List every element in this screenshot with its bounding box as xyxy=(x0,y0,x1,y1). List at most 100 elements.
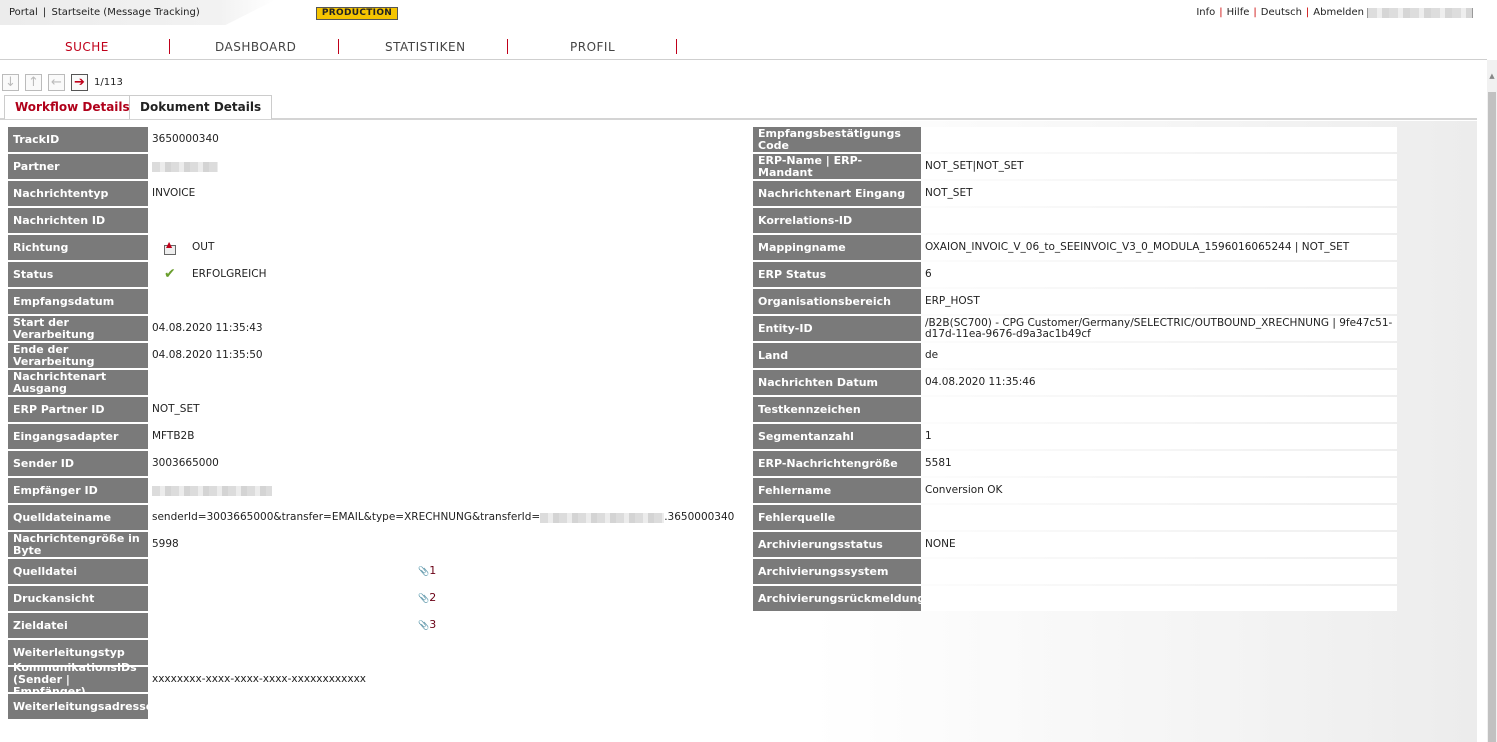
attachment-link[interactable]: 📎2 xyxy=(418,592,436,605)
info-link[interactable]: Info xyxy=(1196,7,1215,18)
arrow-up-icon[interactable]: ↑ xyxy=(25,74,42,91)
value-text: /B2B(SC700) - CPG Customer/Germany/SELEC… xyxy=(925,316,1393,340)
left-detail-list: TrackID 3650000340 Partner Nachrichtentyp IN… xyxy=(8,126,748,720)
nav-suche[interactable]: SUCHE xyxy=(65,40,109,54)
detail-row-nachrichten-datum: Nachrichten Datum 04.08.2020 11:35:46 xyxy=(753,369,1397,396)
detail-row-entity-id: Entity-ID/B2B(SC700) - CPG Customer/Germ… xyxy=(753,315,1397,342)
value-text: ERP_HOST xyxy=(925,295,980,307)
pager-count: 1/113 xyxy=(94,77,123,88)
record-navigation: ↓ ↑ ← ➔ 1/113 xyxy=(2,74,123,91)
detail-label: Organisationsbereich xyxy=(753,289,921,314)
value-text: 5581 xyxy=(925,457,952,469)
detail-value xyxy=(921,586,1397,611)
detail-value: NOT_SET|NOT_SET xyxy=(921,154,1397,179)
detail-value xyxy=(148,154,748,179)
detail-row-weiterleitungsadresse: Weiterleitungsadresse xyxy=(8,693,748,720)
detail-value xyxy=(148,208,748,233)
detail-row-druckansicht: Druckansicht 📎2 xyxy=(8,585,748,612)
value-text: 3003665000 xyxy=(152,457,219,469)
help-link[interactable]: Hilfe xyxy=(1227,7,1250,18)
detail-row-trackid: TrackID 3650000340 xyxy=(8,126,748,153)
tab-dokument-details[interactable]: Dokument Details xyxy=(129,95,273,119)
detail-label: Druckansicht xyxy=(8,586,148,611)
detail-row-erp-status: ERP Status 6 xyxy=(753,261,1397,288)
detail-row-erp-nachrichtengröße: ERP-Nachrichtengröße 5581 xyxy=(753,450,1397,477)
detail-value: OUT xyxy=(148,235,748,260)
detail-value: 04.08.2020 11:35:43 xyxy=(148,316,748,341)
detail-label: Archivierungsrückmeldung xyxy=(753,586,925,611)
detail-value: OXAION_INVOIC_V_06_to_SEEINVOIC_V3_0_MOD… xyxy=(921,235,1397,260)
attachment-number: 2 xyxy=(429,591,437,604)
tab-workflow-details[interactable]: Workflow Details xyxy=(4,95,141,119)
value-text: NOT_SET xyxy=(925,187,973,199)
nav-statistiken[interactable]: STATISTIKEN xyxy=(385,40,466,54)
main-nav: SUCHE DASHBOARD STATISTIKEN PROFIL xyxy=(0,34,1487,60)
detail-value: 1 xyxy=(921,424,1397,449)
detail-label: Segmentanzahl xyxy=(753,424,921,449)
right-detail-list: Empfangsbestätigungs Code ERP-Name | ERP-… xyxy=(753,126,1397,612)
detail-value xyxy=(148,289,748,314)
arrow-right-icon[interactable]: ➔ xyxy=(71,74,88,91)
attachment-link[interactable]: 📎1 xyxy=(418,565,436,578)
attachment-number: 3 xyxy=(429,618,437,631)
detail-label: ERP-Nachrichtengröße xyxy=(753,451,921,476)
detail-row-partner: Partner xyxy=(8,153,748,180)
detail-row-zieldatei: Zieldatei 📎3 xyxy=(8,612,748,639)
detail-row-eingangsadapter: Eingangsadapter MFTB2B xyxy=(8,423,748,450)
detail-row-nachrichtenart-ausgang: Nachrichtenart Ausgang xyxy=(8,369,748,396)
detail-row-quelldatei: Quelldatei 📎1 xyxy=(8,558,748,585)
value-text: 1 xyxy=(925,430,932,442)
arrow-left-icon[interactable]: ← xyxy=(48,74,65,91)
detail-label: Eingangsadapter xyxy=(8,424,148,449)
paperclip-icon: 📎 xyxy=(418,621,430,631)
detail-value: NOT_SET xyxy=(148,397,748,422)
detail-label: Nachrichten ID xyxy=(8,208,148,233)
detail-label: Archivierungsstatus xyxy=(753,532,921,557)
value-text: 04.08.2020 11:35:50 xyxy=(152,349,263,361)
detail-value xyxy=(148,370,748,395)
top-links: Info | Hilfe | Deutsch | Abmelden xyxy=(1196,7,1473,18)
detail-value: 04.08.2020 11:35:50 xyxy=(148,343,748,368)
detail-value xyxy=(921,559,1397,584)
detail-value: MFTB2B xyxy=(148,424,748,449)
scroll-thumb[interactable] xyxy=(1488,92,1496,742)
logout-link[interactable]: Abmelden xyxy=(1313,7,1364,18)
detail-label: Status xyxy=(8,262,148,287)
detail-label: Entity-ID xyxy=(753,316,921,341)
redacted-value xyxy=(152,485,272,496)
detail-row-ende-der-verarbeitung: Ende der Verarbeitung 04.08.2020 11:35:50 xyxy=(8,342,748,369)
redacted-value xyxy=(540,512,665,523)
scroll-up-icon[interactable]: ▲ xyxy=(1488,72,1496,80)
top-bar: Portal | Startseite (Message Tracking) P… xyxy=(0,0,1487,27)
detail-row-quelldateiname: Quelldateiname senderId=3003665000&transf… xyxy=(8,504,748,531)
detail-label: Start der Verarbeitung xyxy=(8,316,148,341)
detail-value xyxy=(921,127,1397,152)
breadcrumb-portal[interactable]: Portal xyxy=(9,7,38,18)
detail-row-empfänger-id: Empfänger ID xyxy=(8,477,748,504)
detail-value: de xyxy=(921,343,1397,368)
detail-row-empfangsbestätigungs-code: Empfangsbestätigungs Code xyxy=(753,126,1397,153)
attachment-link[interactable]: 📎3 xyxy=(418,619,436,632)
detail-label: Empfangsdatum xyxy=(8,289,148,314)
detail-row-start-der-verarbeitung: Start der Verarbeitung 04.08.2020 11:35:4… xyxy=(8,315,748,342)
nav-profil[interactable]: PROFIL xyxy=(570,40,615,54)
detail-row-erp-name-erp-mandant: ERP-Name | ERP-Mandant NOT_SET|NOT_SET xyxy=(753,153,1397,180)
breadcrumb-separator: | xyxy=(42,7,47,18)
detail-row-sender-id: Sender ID 3003665000 xyxy=(8,450,748,477)
redacted-username xyxy=(1367,7,1473,18)
language-link[interactable]: Deutsch xyxy=(1261,7,1302,18)
detail-value: 📎3 xyxy=(148,613,748,638)
value-text: de xyxy=(925,349,939,361)
value-text: OUT xyxy=(192,241,215,253)
value-text: Conversion OK xyxy=(925,484,1003,496)
attachment-number: 1 xyxy=(429,564,437,577)
value-text: 04.08.2020 11:35:43 xyxy=(152,322,263,334)
arrow-down-icon[interactable]: ↓ xyxy=(2,74,19,91)
redacted-value xyxy=(152,161,218,172)
nav-dashboard[interactable]: DASHBOARD xyxy=(215,40,296,54)
detail-value: INVOICE xyxy=(148,181,748,206)
detail-value: senderId=3003665000&transfer=EMAIL&type=… xyxy=(148,505,748,530)
detail-value: 📎2 xyxy=(148,586,748,611)
page-scrollbar[interactable]: ▲ xyxy=(1487,60,1497,742)
detail-value: 5998 xyxy=(148,532,748,557)
